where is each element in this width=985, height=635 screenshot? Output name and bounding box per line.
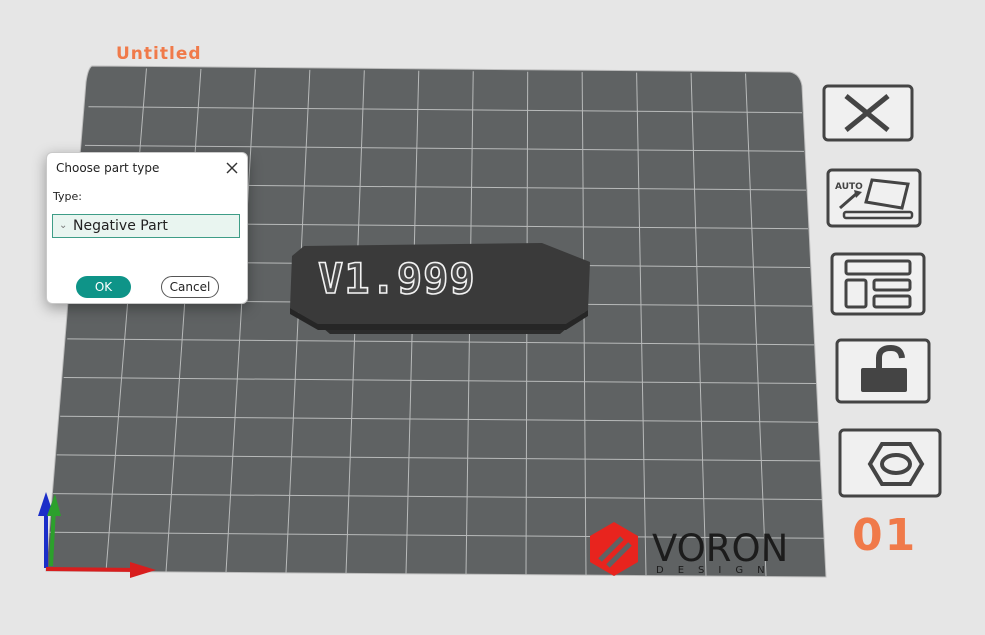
voron-logo: VORON DESIGN bbox=[590, 522, 788, 576]
ok-button[interactable]: OK bbox=[76, 276, 131, 298]
cancel-button[interactable]: Cancel bbox=[161, 276, 219, 298]
type-label: Type: bbox=[53, 190, 82, 203]
plate-settings-button[interactable] bbox=[838, 428, 944, 500]
part-type-value: Negative Part bbox=[73, 218, 168, 234]
project-title: Untitled bbox=[116, 44, 202, 64]
lock-button[interactable] bbox=[835, 338, 933, 406]
choose-part-type-dialog: Choose part type Type: ⌄ Negative Part O… bbox=[46, 152, 248, 304]
close-icon bbox=[822, 84, 914, 142]
dialog-title: Choose part type bbox=[56, 161, 160, 175]
delete-plate-button[interactable] bbox=[822, 84, 916, 144]
close-icon bbox=[226, 162, 238, 174]
model-embossed-text: V1.999 bbox=[318, 254, 476, 303]
auto-orient-button[interactable]: AUTO bbox=[826, 168, 924, 230]
auto-orient-icon: AUTO bbox=[826, 168, 922, 228]
x-axis bbox=[45, 567, 139, 572]
dialog-close-button[interactable] bbox=[223, 159, 241, 177]
chevron-down-icon: ⌄ bbox=[59, 220, 68, 231]
model-object[interactable]: V1.999 bbox=[290, 243, 590, 334]
part-type-select[interactable]: ⌄ Negative Part bbox=[52, 214, 240, 238]
arrange-button[interactable] bbox=[830, 252, 928, 316]
svg-text:AUTO: AUTO bbox=[835, 182, 863, 192]
plate-index: 01 bbox=[852, 510, 918, 561]
unlock-icon bbox=[835, 338, 931, 404]
hex-nut-icon bbox=[838, 428, 942, 498]
arrange-icon bbox=[830, 252, 926, 316]
voron-wordmark: VORON bbox=[652, 527, 788, 570]
voron-design-text: DESIGN bbox=[656, 565, 779, 576]
